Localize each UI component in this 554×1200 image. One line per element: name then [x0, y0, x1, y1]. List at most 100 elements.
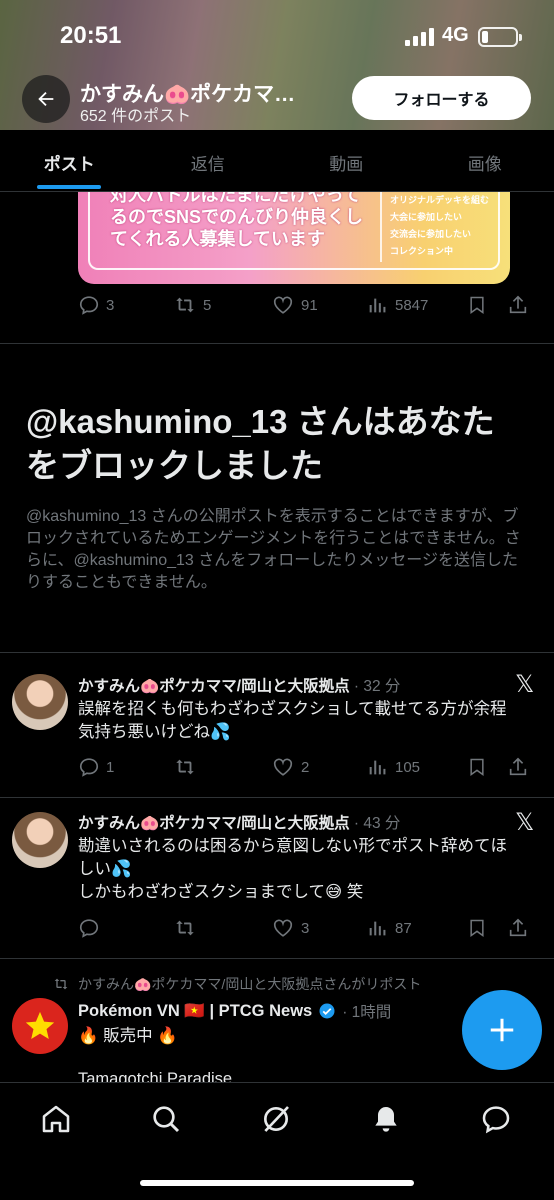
- tab-images[interactable]: 画像: [416, 130, 554, 191]
- repost-button[interactable]: [173, 756, 271, 778]
- repost-icon: [176, 920, 194, 936]
- post-text-line: しかもわざわざスクショまでして😅 笑: [78, 883, 364, 901]
- post-text: 勘違いされるのは困るから意図しない形でポスト辞めてほ しい💦 しかもわざわざスク…: [78, 835, 528, 904]
- heart-icon: [273, 758, 293, 776]
- nav-messages[interactable]: [478, 1101, 514, 1137]
- share-icon: [509, 295, 527, 314]
- divider: [0, 652, 554, 653]
- post-actions: 1 2 105: [78, 752, 538, 782]
- verified-badge-icon: [319, 1003, 335, 1019]
- reply-icon: [79, 296, 99, 315]
- battery-icon: [478, 27, 522, 47]
- analytics-icon: [369, 760, 386, 775]
- avatar[interactable]: [12, 998, 68, 1054]
- avatar[interactable]: [12, 812, 68, 868]
- repost-icon: [176, 759, 194, 775]
- like-count: 2: [301, 758, 310, 776]
- post-header: Pokémon VN 🇻🇳 | PTCG News · 1時間: [78, 1000, 391, 1022]
- blocked-title: @kashumino_13 さんはあなたをブロックしました: [26, 403, 495, 484]
- tab-videos[interactable]: 動画: [277, 130, 416, 191]
- back-button[interactable]: [22, 75, 70, 123]
- like-button[interactable]: 91: [271, 294, 367, 316]
- image-text-line: てくれる人募集しています: [110, 229, 325, 249]
- home-icon: [42, 1105, 70, 1133]
- view-count: 5847: [395, 296, 429, 314]
- author-name[interactable]: かすみん🐽ポケカママ/岡山と大阪拠点: [78, 815, 350, 832]
- repost-button[interactable]: [173, 917, 271, 939]
- post-actions: 3 5 91 5847: [78, 290, 538, 320]
- repost-label: かすみん🐽ポケカママ/岡山と大阪拠点さんがリポスト: [78, 976, 422, 992]
- reply-button[interactable]: [78, 917, 173, 939]
- x-logo-icon: 𝕏: [515, 671, 535, 698]
- message-icon: [482, 1106, 510, 1134]
- profile-tabs: ポスト 返信 動画 画像: [0, 130, 554, 192]
- avatar[interactable]: [12, 674, 68, 730]
- analytics-icon: [369, 921, 386, 936]
- network-type: 4G: [442, 24, 469, 46]
- post-text-line: 気持ち悪いけどね💦: [78, 723, 231, 741]
- views-button[interactable]: 5847: [367, 294, 467, 316]
- image-list-item: オリジナルデッキを組む: [390, 195, 490, 205]
- x-logo-icon: 𝕏: [515, 809, 535, 836]
- arrow-left-icon: [38, 91, 54, 107]
- reply-count: 1: [106, 758, 115, 776]
- author-name[interactable]: かすみん🐽ポケカママ/岡山と大阪拠点: [78, 678, 350, 695]
- post-time: · 32 分: [353, 678, 401, 695]
- bookmark-button[interactable]: [467, 917, 507, 939]
- repost-icon: [54, 978, 68, 990]
- home-indicator: [140, 1180, 414, 1186]
- image-list-item: コレクション中: [390, 246, 454, 256]
- image-list-item: 大会に参加したい: [390, 212, 463, 222]
- image-frame: 対人バトルはたまにだけやって るのでSNSでのんびり仲良くし てくれる人募集して…: [88, 192, 500, 270]
- like-count: 91: [301, 296, 318, 314]
- status-bar: 20:51 4G: [0, 0, 554, 72]
- status-time: 20:51: [60, 22, 122, 49]
- like-button[interactable]: 3: [271, 917, 367, 939]
- post-text-line: しい💦: [78, 860, 132, 878]
- nav-grok[interactable]: [258, 1101, 294, 1137]
- repost-icon: [176, 297, 194, 313]
- post-count: 652 件のポスト: [80, 108, 192, 125]
- view-count: 87: [395, 919, 412, 937]
- reply-button[interactable]: 3: [78, 294, 173, 316]
- share-button[interactable]: [507, 294, 537, 316]
- blocked-description: @kashumino_13 さんの公開ポストを表示することはできますが、ブロック…: [26, 508, 521, 591]
- share-button[interactable]: [507, 756, 537, 778]
- reply-button[interactable]: 1: [78, 756, 173, 778]
- nav-notifications[interactable]: [368, 1101, 404, 1137]
- reply-icon: [79, 758, 99, 777]
- analytics-icon: [369, 298, 386, 313]
- heart-icon: [273, 919, 293, 937]
- reply-count: 3: [106, 296, 115, 314]
- views-button[interactable]: 105: [367, 756, 467, 778]
- post-actions: 3 87: [78, 913, 538, 943]
- tab-replies[interactable]: 返信: [139, 130, 278, 191]
- repost-button[interactable]: 5: [173, 294, 271, 316]
- views-button[interactable]: 87: [367, 917, 467, 939]
- image-list-item: 交流会に参加したい: [390, 229, 472, 239]
- share-button[interactable]: [507, 917, 537, 939]
- search-icon: [153, 1106, 180, 1133]
- repost-count: 5: [203, 296, 212, 314]
- bell-icon: [375, 1107, 397, 1132]
- bookmark-button[interactable]: [467, 294, 507, 316]
- nav-search[interactable]: [148, 1101, 184, 1137]
- tab-posts[interactable]: ポスト: [0, 130, 139, 191]
- post-image[interactable]: 対人バトルはたまにだけやって るのでSNSでのんびり仲良くし てくれる人募集して…: [78, 192, 510, 284]
- image-text-line: るのでSNSでのんびり仲良くし: [110, 207, 364, 227]
- author-name[interactable]: Pokémon VN 🇻🇳 | PTCG News: [78, 1002, 312, 1021]
- compose-button[interactable]: [462, 990, 542, 1070]
- nav-home[interactable]: [38, 1101, 74, 1137]
- like-count: 3: [301, 919, 310, 937]
- bookmark-button[interactable]: [467, 756, 507, 778]
- divider: [0, 958, 554, 959]
- heart-icon: [273, 296, 293, 314]
- like-button[interactable]: 2: [271, 756, 367, 778]
- signal-icon: [405, 28, 434, 46]
- follow-button[interactable]: フォローする: [352, 76, 531, 120]
- grok-icon: [264, 1106, 289, 1132]
- star-icon: [25, 1011, 55, 1040]
- bookmark-icon: [470, 758, 484, 776]
- view-count: 105: [395, 758, 421, 776]
- bookmark-icon: [470, 919, 484, 937]
